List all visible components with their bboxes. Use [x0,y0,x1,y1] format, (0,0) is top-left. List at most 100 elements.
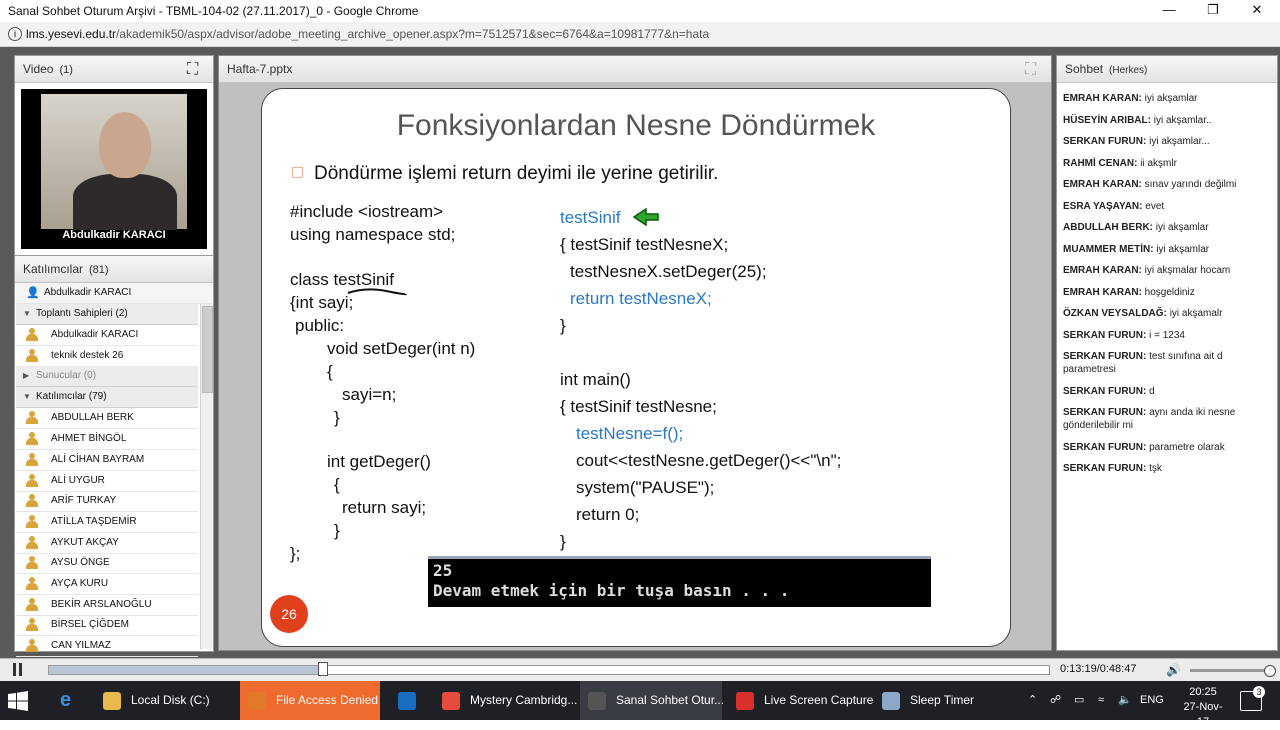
chat-message: SERKAN FURUN: tşk [1063,462,1271,475]
chat-sender: ESRA YAŞAYAN: [1063,200,1143,212]
participant-row[interactable]: BEKİR ARSLANOĞLU [16,595,198,616]
chat-sender: SERKAN FURUN: [1063,136,1147,147]
chat-text: sınav yarındı değilmi [1144,179,1237,190]
language-indicator[interactable]: ENG [1140,681,1164,720]
chat-text: d [1149,385,1155,397]
participant-name: ALİ CİHAN BAYRAM [51,453,145,465]
video-pod-header: Video (1) ⛶ [15,56,213,83]
code-line: { [327,362,333,381]
volume-knob[interactable] [1264,665,1276,677]
speaker-tray-icon[interactable]: 🔈 [1118,681,1132,720]
code-line: }; [290,544,301,563]
folder-icon [103,692,121,710]
participant-row[interactable]: AYKUT AKÇAY [16,533,198,554]
taskbar-item[interactable]: File Access Denied [240,681,380,720]
slide-page-number: 26 [270,595,308,633]
code-line: } [334,408,340,427]
code-line: int main() [560,370,631,389]
address-bar[interactable]: i lms.yesevi.edu.tr/akademik50/aspx/advi… [0,22,1280,47]
participant-row[interactable]: ATİLLA TAŞDEMİR [16,512,198,533]
code-line: } [560,316,566,335]
user-icon [26,597,38,612]
taskbar-item-label: File Access Denied [276,693,379,707]
active-speaker-row[interactable]: 👤 Abdulkadir KARACI [16,283,212,304]
chat-sender: SERKAN FURUN: [1063,463,1147,474]
participant-name: BİRSEL ÇİĞDEM [51,619,129,631]
presenter-face [99,112,151,178]
chrome-icon [442,692,460,710]
taskbar-item[interactable]: Sanal Sohbet Otur... [580,681,724,720]
chat-message: SERKAN FURUN: parametre olarak [1063,441,1271,454]
user-icon [26,348,38,363]
participant-row[interactable]: BİRSEL ÇİĞDEM [16,615,198,637]
url-text[interactable]: lms.yesevi.edu.tr/akademik50/aspx/adviso… [26,27,709,41]
wifi-icon[interactable]: ≈ [1098,681,1104,720]
taskbar-item[interactable]: Local Disk (C:) [95,681,235,720]
taskbar-item[interactable]: Live Screen Capture [728,681,873,720]
outlook-icon [398,692,416,710]
code-line: return sayi; [342,498,427,517]
chat-text: evet [1145,200,1165,212]
participant-row[interactable]: AYSU ÖNGE [16,553,198,575]
monitor-icon [882,692,900,710]
participant-row[interactable]: ARİF TURKAY [16,491,198,513]
participant-name: ATİLLA TAŞDEMİR [51,515,137,527]
browser-title-bar: Sanal Sohbet Oturum Arşivi - TBML-104-02… [0,0,1280,22]
taskbar-item[interactable] [390,681,430,720]
chat-sender: ABDULLAH BERK: [1063,222,1153,233]
playback-bar: 0:13:19/0:48:47 🔊 [0,658,1280,681]
participant-group-header[interactable]: ▼ Toplantı Sahipleri (2) [16,304,198,325]
chat-sender: HÜSEYİN ARIBAL: [1063,114,1151,126]
fullscreen-icon[interactable]: ⛶ [187,57,198,83]
close-icon[interactable]: ✕ [1234,0,1280,22]
info-icon[interactable]: i [8,27,22,41]
participant-row[interactable]: AHMET BİNGÖL [16,429,198,451]
windows-start-icon[interactable] [8,691,28,711]
network-icon[interactable]: ☍ [1050,681,1061,720]
taskbar-item[interactable]: Mystery Cambridg... [434,681,577,720]
show-hidden-icons[interactable]: ⌃ [1028,681,1037,720]
action-center-icon[interactable]: 3 [1240,686,1265,711]
user-icon [26,556,38,570]
presenter-video: Abdulkadir KARACI [21,89,207,249]
scrollbar-thumb[interactable] [202,306,213,393]
restore-icon[interactable]: ❐ [1190,0,1236,22]
pause-button[interactable] [12,663,24,677]
chat-message: EMRAH KARAN: iyi akşamlar [1063,92,1271,105]
participant-group-header[interactable]: ▼ Katılımcılar (79) [16,387,198,409]
participant-row[interactable]: ABDULLAH BERK [16,408,198,430]
edge-icon[interactable]: e [60,689,71,712]
minimize-icon[interactable]: — [1146,0,1192,22]
volume-icon[interactable]: 🔊 [1166,663,1181,677]
presentation-slide: Fonksiyonlardan Nesne Döndürmek Döndürme… [261,88,1011,647]
chat-message: ESRA YAŞAYAN: evet [1063,200,1271,213]
volume-slider[interactable] [1190,665,1276,677]
participant-row[interactable]: ALİ CİHAN BAYRAM [16,450,198,471]
participant-row[interactable]: teknik destek 26 [16,346,198,367]
participants-count: (81) [89,264,109,276]
pause-icon-bar [19,663,22,676]
fullscreen-icon[interactable]: ⛶ [1025,57,1036,83]
progress-knob[interactable] [318,662,328,676]
participant-row[interactable]: AYÇA KURU [16,574,198,595]
playback-progress[interactable] [48,662,1050,676]
expand-toggle-icon[interactable]: ▼ [23,304,31,324]
expand-toggle-icon[interactable]: ▶ [23,366,29,386]
slide-bullet: Döndürme işlemi return deyimi ile yerine… [314,163,719,184]
user-icon [26,535,38,550]
participant-row[interactable]: CAN YILMAZ [16,636,198,658]
participant-group-header[interactable]: ▶ Sunucular (0) [16,366,198,388]
chat-message: MUAMMER METİN: iyi akşamlar [1063,243,1271,256]
expand-toggle-icon[interactable]: ▼ [23,387,31,407]
clock[interactable]: 20:25 27-Nov-17 [1178,685,1228,730]
user-icon [26,452,38,467]
participants-pod-header: Katılımcılar (81) [15,256,213,283]
participant-name: teknik destek 26 [51,349,124,361]
participant-row[interactable]: ALİ UYGUR [16,471,198,492]
participant-name: AYSU ÖNGE [51,557,110,569]
participant-row[interactable]: Abdulkadir KARACI [16,325,198,346]
taskbar-item[interactable]: Sleep Timer [874,681,984,720]
battery-icon[interactable]: ▭ [1074,681,1084,720]
participants-scrollbar[interactable] [200,304,213,649]
chat-sender: EMRAH KARAN: [1063,265,1142,276]
